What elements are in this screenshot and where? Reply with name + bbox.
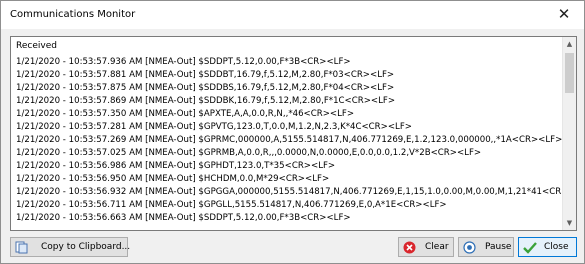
red-circle-x-icon bbox=[403, 241, 416, 254]
clipboard-icon bbox=[15, 241, 28, 254]
scroll-down-arrow-icon[interactable]: ▼ bbox=[563, 216, 576, 230]
log-row[interactable]: 1/21/2020 - 10:53:57.281 AM [NMEA-Out] $… bbox=[11, 121, 562, 134]
received-log-panel[interactable]: Received 1/21/2020 - 10:53:57.936 AM [NM… bbox=[10, 36, 577, 231]
log-row[interactable]: 1/21/2020 - 10:53:56.932 AM [NMEA-Out] $… bbox=[11, 186, 562, 199]
window-title: Communications Monitor bbox=[10, 9, 136, 20]
green-checkmark-icon bbox=[523, 241, 537, 254]
title-bar: Communications Monitor ✕ bbox=[1, 1, 584, 29]
close-label: Close bbox=[544, 242, 569, 252]
copy-to-clipboard-button[interactable]: Copy to Clipboard... bbox=[10, 237, 131, 257]
pause-label: Pause bbox=[485, 242, 512, 252]
log-row[interactable]: 1/21/2020 - 10:53:56.950 AM [NMEA-Out] $… bbox=[11, 173, 562, 186]
log-list: 1/21/2020 - 10:53:57.936 AM [NMEA-Out] $… bbox=[11, 56, 562, 225]
pause-button[interactable]: Pause bbox=[458, 237, 514, 257]
log-row[interactable]: 1/21/2020 - 10:53:57.936 AM [NMEA-Out] $… bbox=[11, 56, 562, 69]
log-row[interactable]: 1/21/2020 - 10:53:57.269 AM [NMEA-Out] $… bbox=[11, 134, 562, 147]
pause-icon bbox=[463, 241, 476, 254]
close-icon[interactable]: ✕ bbox=[554, 4, 574, 24]
log-row[interactable]: 1/21/2020 - 10:53:57.869 AM [NMEA-Out] $… bbox=[11, 95, 562, 108]
scroll-up-arrow-icon[interactable]: ▲ bbox=[563, 37, 576, 51]
log-row[interactable]: 1/21/2020 - 10:53:57.350 AM [NMEA-Out] $… bbox=[11, 108, 562, 121]
log-row[interactable]: 1/21/2020 - 10:53:57.881 AM [NMEA-Out] $… bbox=[11, 69, 562, 82]
communications-monitor-window: Communications Monitor ✕ Received 1/21/2… bbox=[0, 0, 585, 264]
scrollbar-thumb[interactable] bbox=[565, 53, 574, 93]
clear-button[interactable]: Clear bbox=[398, 237, 454, 257]
copy-to-clipboard-label: Copy to Clipboard... bbox=[41, 242, 131, 252]
close-button[interactable]: Close bbox=[518, 237, 577, 257]
received-header: Received bbox=[16, 41, 57, 51]
log-row[interactable]: 1/21/2020 - 10:53:56.711 AM [NMEA-Out] $… bbox=[11, 199, 562, 212]
clear-label: Clear bbox=[425, 242, 449, 252]
log-row[interactable]: 1/21/2020 - 10:53:57.875 AM [NMEA-Out] $… bbox=[11, 82, 562, 95]
log-row[interactable]: 1/21/2020 - 10:53:57.025 AM [NMEA-Out] $… bbox=[11, 147, 562, 160]
log-row[interactable]: 1/21/2020 - 10:53:56.663 AM [NMEA-Out] $… bbox=[11, 212, 562, 225]
vertical-scrollbar[interactable]: ▲ ▼ bbox=[562, 37, 576, 230]
log-row[interactable]: 1/21/2020 - 10:53:56.986 AM [NMEA-Out] $… bbox=[11, 160, 562, 173]
